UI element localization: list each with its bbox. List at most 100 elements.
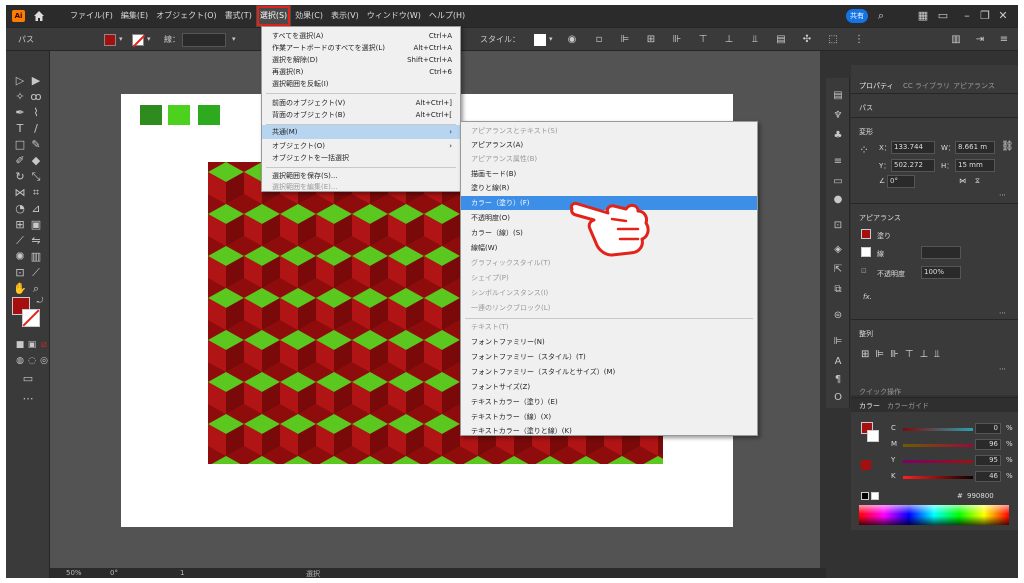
black-value-input[interactable]: 46 — [975, 471, 1001, 482]
height-input[interactable]: 15 mm — [955, 159, 995, 172]
cyan-slider[interactable] — [903, 428, 973, 431]
arrange-documents-icon[interactable]: ▦ — [916, 9, 930, 23]
menu-type[interactable]: 書式(T) — [221, 5, 256, 27]
green-swatch-square[interactable] — [140, 105, 162, 125]
menu-object[interactable]: オブジェクト(O) — [152, 5, 221, 27]
rotate-tool-icon[interactable]: ↻ — [12, 169, 28, 185]
more-tools-icon[interactable]: ⋯ — [20, 391, 36, 407]
stroke-weight-input[interactable] — [921, 246, 961, 259]
paragraph-icon[interactable]: ¶ — [830, 372, 846, 388]
align-icon[interactable]: ⊫ — [830, 334, 846, 350]
submenu-item-appearance-attribute[interactable]: アピアランス属性(B) — [461, 152, 757, 166]
eyedropper-icon[interactable]: ⟋ — [12, 233, 28, 249]
menu-file[interactable]: ファイル(F) — [66, 5, 117, 27]
rectangle-tool-icon[interactable]: □ — [12, 137, 28, 153]
tab-appearance[interactable]: アピアランス — [953, 81, 995, 91]
submenu-item-link-block[interactable]: 一連のリンクブロック(L) — [461, 301, 757, 315]
close-icon[interactable]: ✕ — [996, 9, 1010, 23]
libraries-icon[interactable]: ♆ — [830, 108, 846, 124]
transform-icon[interactable]: ⊡ — [830, 218, 846, 234]
puppet-warp-icon[interactable]: ✣ — [799, 32, 815, 48]
menu-item-inverse[interactable]: 選択範囲を反転(I) — [262, 77, 460, 91]
width-input[interactable]: 8.661 m — [955, 141, 995, 154]
symbols-icon[interactable]: ◈ — [830, 242, 846, 258]
fill-swatch[interactable] — [104, 34, 116, 46]
x-position-input[interactable]: 133.744 — [891, 141, 935, 154]
cyan-value-input[interactable]: 0 — [975, 423, 1001, 434]
style-swatch[interactable] — [534, 34, 546, 46]
lasso-icon[interactable]: ꝏ — [28, 89, 44, 105]
swap-colors-icon[interactable]: ⤾ — [32, 293, 48, 309]
submenu-item-font-family-style[interactable]: フォントファミリー（スタイル）(T) — [461, 350, 757, 364]
curvature-tool-icon[interactable]: ⌇ — [28, 105, 44, 121]
more-options-icon[interactable]: ⋯ — [999, 191, 1006, 199]
menu-item-bulk-select[interactable]: オブジェクトを一括選択 — [262, 151, 460, 165]
properties-icon[interactable]: ▤ — [830, 88, 846, 104]
shape-builder-icon[interactable]: ◔ — [12, 201, 28, 217]
color-icon[interactable]: ● — [830, 192, 846, 208]
toggle-icon[interactable]: ⇥ — [972, 32, 988, 48]
tab-color[interactable]: カラー — [859, 401, 880, 411]
hex-value[interactable]: 990800 — [967, 492, 994, 500]
yellow-value-input[interactable]: 95 — [975, 455, 1001, 466]
isolate-icon[interactable]: ⬚ — [825, 32, 841, 48]
yellow-slider[interactable] — [903, 460, 973, 463]
flip-vertical-icon[interactable]: ⧖ — [975, 177, 980, 186]
submenu-item-blending-mode[interactable]: 描画モード(B) — [461, 167, 757, 181]
menu-view[interactable]: 表示(V) — [327, 5, 363, 27]
magenta-slider[interactable] — [903, 444, 973, 447]
appearance-icon[interactable]: ♣ — [830, 128, 846, 144]
transform-icon[interactable]: ▤ — [773, 32, 789, 48]
rotation-value[interactable]: 0° — [110, 569, 118, 577]
magic-wand-icon[interactable]: ✧ — [12, 89, 28, 105]
stroke-color-box[interactable] — [22, 309, 40, 327]
align-center-icon[interactable]: ⊞ — [643, 32, 659, 48]
arrange-icon[interactable]: ⋮ — [851, 32, 867, 48]
links-icon[interactable]: ⧉ — [830, 282, 846, 298]
slice-tool-icon[interactable]: ⟋ — [28, 265, 44, 281]
menu-item-edit-selection[interactable]: 選択範囲を編集(E)... — [262, 180, 460, 194]
submenu-item-font-family-style-size[interactable]: フォントファミリー（スタイルとサイズ）(M) — [461, 365, 757, 379]
menu-edit[interactable]: 編集(E) — [117, 5, 152, 27]
submenu-item-shape[interactable]: シェイプ(P) — [461, 271, 757, 285]
menu-help[interactable]: ヘルプ(H) — [425, 5, 469, 27]
graph-tool-icon[interactable]: ▥ — [28, 249, 44, 265]
tab-cc-libraries[interactable]: CC ライブラリ — [903, 81, 950, 91]
align-bottom-icon[interactable]: ⫫ — [747, 32, 763, 48]
width-tool-icon[interactable]: ⋈ — [12, 185, 28, 201]
perspective-grid-icon[interactable]: ⊿ — [28, 201, 44, 217]
menu-window[interactable]: ウィンドウ(W) — [363, 5, 425, 27]
share-button[interactable]: 共有 — [846, 9, 868, 23]
chevron-down-icon[interactable]: ▾ — [232, 35, 236, 43]
black-slider[interactable] — [903, 476, 973, 479]
export-icon[interactable]: ⇱ — [830, 262, 846, 278]
minimize-icon[interactable]: – — [960, 9, 974, 23]
restore-icon[interactable]: ❐ — [978, 9, 992, 23]
chevron-down-icon[interactable]: ▾ — [147, 35, 151, 43]
pen-tool-icon[interactable]: ✒ — [12, 105, 28, 121]
hand-tool-icon[interactable]: ✋ — [12, 281, 28, 297]
artboards-icon[interactable]: ▭ — [830, 174, 846, 190]
constrain-proportions-icon[interactable]: ⛓ — [1001, 141, 1014, 152]
white-swatch[interactable] — [871, 492, 879, 500]
menu-item-next-object-below[interactable]: 背面のオブジェクト(B) Alt+Ctrl+[ — [262, 108, 460, 122]
more-options-icon[interactable]: ⋯ — [999, 309, 1006, 317]
free-transform-icon[interactable]: ⌗ — [28, 185, 44, 201]
home-icon[interactable] — [32, 9, 46, 23]
artboard-number[interactable]: 1 — [180, 569, 184, 577]
color-stroke-swatch[interactable] — [867, 430, 879, 442]
blend-tool-icon[interactable]: ⇋ — [28, 233, 44, 249]
y-position-input[interactable]: 502.272 — [891, 159, 935, 172]
layers-icon[interactable]: ≡ — [830, 154, 846, 170]
stroke-weight-field[interactable] — [182, 33, 226, 47]
menu-effect[interactable]: 効果(C) — [291, 5, 327, 27]
out-of-gamut-swatch[interactable] — [861, 460, 871, 470]
symbol-sprayer-icon[interactable]: ✺ — [12, 249, 28, 265]
scale-tool-icon[interactable]: ⤡ — [28, 169, 44, 185]
submenu-item-symbol-instance[interactable]: シンボルインスタンス(I) — [461, 286, 757, 300]
search-icon[interactable]: ⌕ — [874, 9, 888, 23]
angle-input[interactable]: 0° — [887, 175, 915, 188]
recolor-icon[interactable]: ◉ — [564, 32, 580, 48]
submenu-item-font-family[interactable]: フォントファミリー(N) — [461, 335, 757, 349]
tab-properties[interactable]: プロパティ — [859, 81, 894, 91]
